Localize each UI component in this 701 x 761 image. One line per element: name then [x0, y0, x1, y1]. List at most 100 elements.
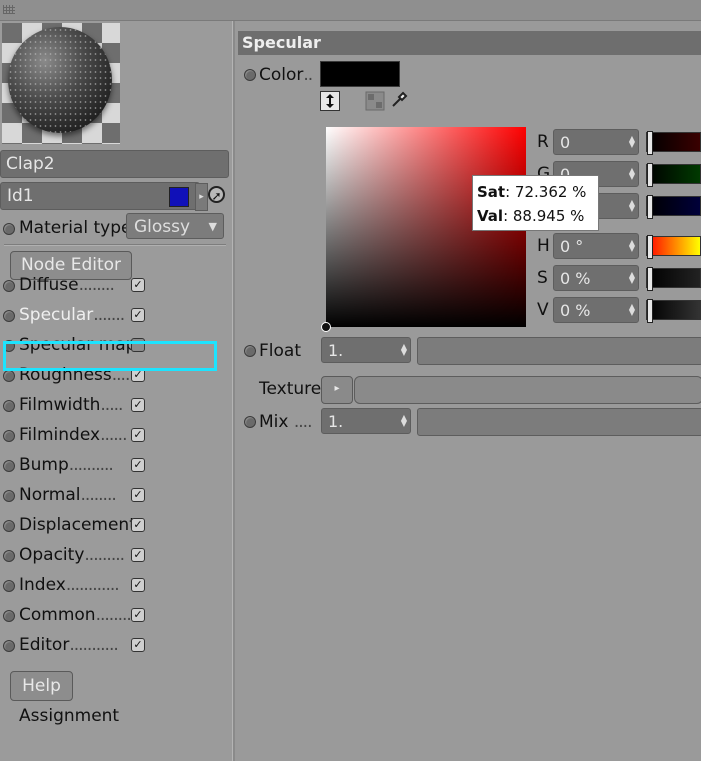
color-slider-track[interactable]	[646, 267, 701, 291]
channel-dots: ........	[80, 485, 117, 505]
channel-checkbox[interactable]: ✓	[131, 458, 145, 472]
eyedropper-icon[interactable]	[390, 89, 410, 109]
channel-checkbox[interactable]: ✓	[131, 578, 145, 592]
spinner-icon[interactable]: ▲ ▼	[629, 167, 635, 181]
channel-name: Filmwidth	[19, 395, 101, 415]
picker-handle[interactable]	[321, 322, 331, 332]
channel-label[interactable]: Filmindex......	[19, 425, 128, 445]
channel-label[interactable]: Common.........	[19, 605, 136, 625]
texture-swatch-icon[interactable]	[365, 91, 385, 111]
texture-menu-button[interactable]: ▸	[321, 376, 353, 404]
material-id-field[interactable]: Id1	[0, 182, 200, 210]
material-type-label: Material type	[19, 218, 132, 238]
material-type-radio[interactable]	[3, 223, 15, 235]
channel-radio[interactable]	[3, 430, 15, 442]
color-swatch[interactable]	[320, 61, 400, 87]
channel-radio[interactable]	[3, 490, 15, 502]
slider-handle[interactable]	[647, 235, 653, 259]
mix-radio[interactable]	[244, 416, 256, 428]
slider-value: 0 %	[560, 269, 591, 288]
slider-value: 0	[560, 133, 571, 152]
channel-label[interactable]: Displacement	[19, 515, 136, 535]
slider-handle[interactable]	[647, 267, 653, 291]
color-mode-icon[interactable]	[320, 91, 340, 111]
color-slider-track[interactable]	[646, 235, 701, 259]
id-color-swatch[interactable]	[169, 187, 189, 207]
channel-radio[interactable]	[3, 370, 15, 382]
channel-radio[interactable]	[3, 640, 15, 652]
spinner-icon[interactable]: ▲ ▼	[629, 271, 635, 285]
channel-radio[interactable]	[3, 310, 15, 322]
channel-checkbox[interactable]: ✓	[131, 608, 145, 622]
spinner-icon[interactable]: ▲ ▼	[629, 239, 635, 253]
channel-label[interactable]: Bump..........	[19, 455, 114, 475]
color-slider-track[interactable]	[646, 131, 701, 155]
slider-label: R	[537, 132, 549, 152]
channel-radio[interactable]	[3, 520, 15, 532]
channel-name: Displacement	[19, 515, 136, 535]
channel-radio[interactable]	[3, 280, 15, 292]
slider-label: V	[537, 300, 549, 320]
channel-label[interactable]: Specular.......	[19, 305, 125, 325]
texture-field[interactable]	[354, 376, 701, 404]
spinner-icon[interactable]: ▲ ▼	[629, 135, 635, 149]
color-slider-track[interactable]	[646, 299, 701, 323]
channel-label[interactable]: Index............	[19, 575, 120, 595]
channel-label[interactable]: Diffuse........	[19, 275, 115, 295]
channel-checkbox[interactable]: ✓	[131, 278, 145, 292]
material-name-field[interactable]: Clap2	[0, 150, 229, 178]
channel-checkbox[interactable]: ✓	[131, 308, 145, 322]
float-slider-field[interactable]	[417, 337, 701, 365]
material-preview[interactable]	[2, 23, 120, 144]
slider-handle[interactable]	[647, 131, 653, 155]
channel-radio[interactable]	[3, 400, 15, 412]
spinner-icon[interactable]: ▲ ▼	[629, 199, 635, 213]
channel-radio[interactable]	[3, 550, 15, 562]
channel-checkbox[interactable]: ✓	[131, 488, 145, 502]
spinner-icon[interactable]: ▲ ▼	[401, 343, 407, 357]
mix-label-text: Mix	[259, 412, 289, 432]
channel-label[interactable]: Editor...........	[19, 635, 119, 655]
color-slider-track[interactable]	[646, 195, 701, 219]
slider-handle[interactable]	[647, 163, 653, 187]
float-radio[interactable]	[244, 345, 256, 357]
channel-checkbox[interactable]: ✓	[131, 428, 145, 442]
channel-radio[interactable]	[3, 580, 15, 592]
help-button[interactable]: Help	[10, 671, 73, 701]
id-expand-arrow-icon[interactable]: ▸	[195, 183, 208, 211]
drag-grip-icon[interactable]	[3, 5, 15, 14]
channel-name: Opacity	[19, 545, 85, 565]
slider-input[interactable]: 0 ▲▼	[553, 129, 639, 155]
section-title: Specular	[238, 31, 701, 55]
spinner-icon[interactable]: ▲ ▼	[401, 414, 407, 428]
color-slider-track[interactable]	[646, 163, 701, 187]
slider-handle[interactable]	[647, 299, 653, 323]
channel-label[interactable]: Filmwidth.....	[19, 395, 123, 415]
color-radio[interactable]	[244, 69, 256, 81]
color-label: Color..	[259, 65, 313, 85]
channel-label[interactable]: Opacity.........	[19, 545, 125, 565]
channel-label[interactable]: Normal........	[19, 485, 117, 505]
channel-dots: ...........	[69, 635, 118, 655]
material-type-select[interactable]: Glossy ▼	[126, 213, 224, 239]
spinner-icon[interactable]: ▲ ▼	[629, 303, 635, 317]
mix-slider-field[interactable]	[417, 408, 701, 436]
picker-tooltip: Sat: 72.362 % Val: 88.945 %	[472, 175, 599, 231]
channel-radio[interactable]	[3, 610, 15, 622]
channel-checkbox[interactable]: ✓	[131, 398, 145, 412]
selection-highlight	[3, 341, 217, 371]
channel-checkbox[interactable]: ✓	[131, 638, 145, 652]
slider-handle[interactable]	[647, 195, 653, 219]
channel-name: Editor	[19, 635, 70, 655]
mix-input[interactable]: 1. ▲ ▼	[321, 408, 411, 434]
channel-radio[interactable]	[3, 460, 15, 472]
float-input[interactable]: 1. ▲ ▼	[321, 337, 411, 363]
slider-label: S	[537, 268, 548, 288]
channel-name: Normal	[19, 485, 81, 505]
link-picker-icon[interactable]: ➚	[208, 186, 225, 203]
slider-input[interactable]: 0 ° ▲ ▼	[553, 233, 639, 259]
slider-input[interactable]: 0 % ▲ ▼	[553, 265, 639, 291]
slider-input[interactable]: 0 % ▲ ▼	[553, 297, 639, 323]
channel-checkbox[interactable]: ✓	[131, 518, 145, 532]
channel-checkbox[interactable]: ✓	[131, 548, 145, 562]
